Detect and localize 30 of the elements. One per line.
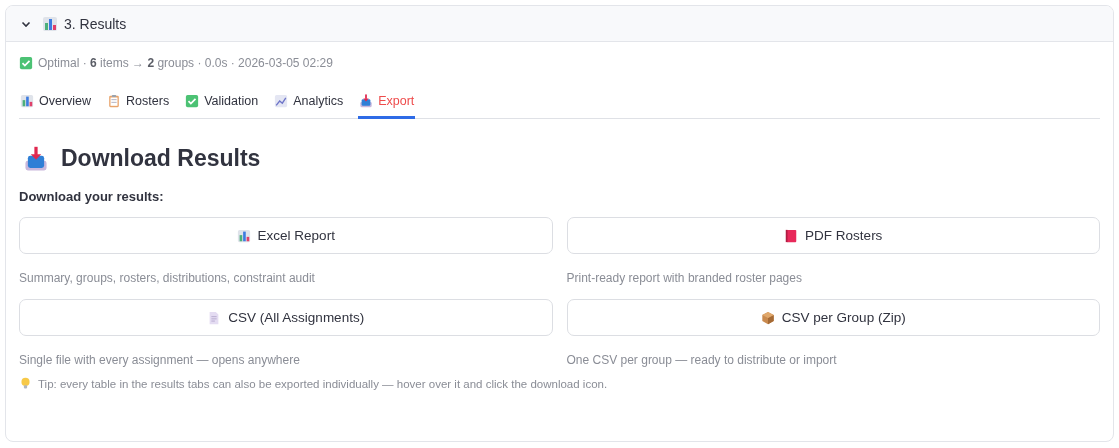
bar-chart-icon — [20, 94, 34, 108]
tab[interactable]: Overview — [19, 90, 93, 119]
download-tray-icon — [23, 145, 49, 172]
tip-text: Tip: every table in the results tabs can also be exported individually — hover over it and click the download icon. — [38, 377, 608, 390]
download-button[interactable]: PDF Rosters — [566, 217, 1100, 254]
book-icon — [784, 228, 799, 243]
download-button[interactable]: CSV per Group (Zip) — [566, 299, 1100, 336]
download-button[interactable]: Excel Report — [19, 217, 553, 254]
button-caption: Summary, groups, rosters, distributions, constraint audit — [19, 271, 316, 285]
clipboard-icon — [107, 94, 122, 108]
button-caption: Print-ready report with branded roster pages — [566, 271, 803, 285]
section-title[interactable]: 3. Results — [64, 15, 127, 32]
check-icon — [19, 56, 33, 70]
bar-chart-icon — [236, 228, 251, 243]
check-icon — [185, 94, 200, 108]
section-label: Download your results: — [19, 189, 165, 204]
status-text: Optimal · 6 items → 2 groups · 0.0s · 2026-03-05 02:29 — [38, 56, 333, 70]
package-icon — [760, 310, 775, 325]
tab[interactable]: Rosters — [106, 90, 171, 119]
button-caption: One CSV per group — ready to distribute or import — [566, 353, 838, 367]
download-button[interactable]: CSV (All Assignments) — [19, 299, 553, 336]
page-heading: Download Results — [61, 145, 261, 172]
download-tray-icon — [359, 94, 374, 108]
tab[interactable]: Export — [358, 90, 416, 119]
lightbulb-icon — [19, 377, 32, 390]
button-caption: Single file with every assignment — opens anywhere — [19, 353, 301, 367]
bar-chart-icon — [42, 15, 58, 32]
tab[interactable]: Analytics — [273, 90, 345, 119]
line-chart-icon — [274, 94, 289, 108]
tab[interactable]: Validation — [184, 90, 260, 119]
